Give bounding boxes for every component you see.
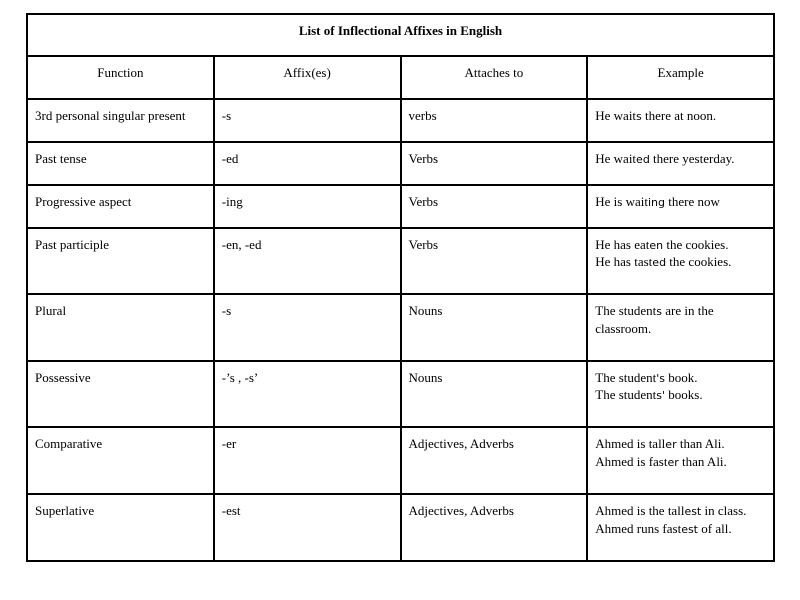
example-line: He has tasted the cookies. — [595, 253, 766, 271]
table-row: Superlative -est Adjectives, Adverbs Ahmed … — [26, 493, 775, 562]
example-remainder: books. — [665, 387, 703, 403]
example-stem: The student — [595, 369, 657, 385]
table-row: 3rd personal singular present -s verbs He w… — [26, 97, 775, 143]
example-line: He waits there at noon. — [595, 107, 766, 125]
table-row: Past participle -en, -ed Verbs He has eaten… — [26, 226, 775, 296]
cell-function: Progressive aspect — [26, 183, 215, 229]
table-row: Plural -s Nouns The students are in the cla… — [26, 293, 775, 362]
table-body: List of Inflectional Affixes in English … — [26, 12, 775, 562]
example-stem: Ahmed is fast — [595, 453, 668, 469]
cell-attaches-to: Verbs — [399, 140, 589, 186]
example-remainder: the cookies. — [666, 254, 732, 270]
example-remainder: than Ali. — [676, 436, 725, 452]
inflectional-affixes-table-container: List of Inflectional Affixes in English … — [26, 12, 775, 562]
cell-example: He waits there at noon. — [586, 97, 775, 143]
cell-function: Possessive — [26, 359, 215, 429]
example-stem: Ahmed is tall — [595, 436, 666, 452]
example-remainder: there yesterday. — [649, 150, 735, 166]
cell-function: Comparative — [26, 426, 215, 496]
example-remainder: there at noon. — [641, 107, 717, 123]
example-inflection-morpheme: er — [665, 438, 677, 452]
example-line: He is waiting there now — [595, 193, 766, 211]
column-header-example: Example — [586, 55, 775, 100]
example-inflection-morpheme: en — [649, 238, 664, 252]
example-stem: The student — [595, 303, 657, 319]
cell-affix: -s — [212, 293, 402, 362]
cell-affix: -s — [212, 97, 402, 143]
example-line: The students are in the classroom. — [595, 302, 766, 337]
cell-function: Past participle — [26, 226, 215, 296]
example-stem: The student — [595, 387, 657, 403]
example-stem: He wait — [595, 107, 637, 123]
example-stem: He has eat — [595, 236, 650, 252]
cell-attaches-to: Adjectives, Adverbs — [399, 426, 589, 496]
cell-attaches-to: Verbs — [399, 183, 589, 229]
cell-attaches-to: Nouns — [399, 359, 589, 429]
example-remainder: of all. — [698, 520, 732, 536]
example-stem: He is wait — [595, 193, 648, 209]
example-remainder: book. — [665, 369, 698, 385]
table-row: Comparative -er Adjectives, Adverbs Ahmed i… — [26, 426, 775, 496]
example-inflection-morpheme: ed — [652, 256, 667, 270]
example-stem: He wait — [595, 150, 637, 166]
column-header-affix: Affix(es) — [212, 55, 402, 100]
example-inflection-morpheme: s' — [656, 389, 666, 403]
cell-example: The students are in the classroom. — [586, 293, 775, 362]
cell-attaches-to: verbs — [399, 97, 589, 143]
example-remainder: than Ali. — [678, 453, 727, 469]
inflectional-affixes-table: List of Inflectional Affixes in English … — [26, 12, 775, 562]
cell-attaches-to: Adjectives, Adverbs — [399, 493, 589, 562]
example-inflection-morpheme: er — [667, 455, 679, 469]
example-line: Ahmed is the tallest in class. — [595, 502, 766, 520]
example-line: The student's book. — [595, 369, 766, 387]
cell-example: He waited there yesterday. — [586, 140, 775, 186]
cell-attaches-to: Nouns — [399, 293, 589, 362]
cell-example: He has eaten the cookies. He has tasted t… — [586, 226, 775, 296]
cell-affix: -est — [212, 493, 402, 562]
cell-example: Ahmed is taller than Ali. Ahmed is faster… — [586, 426, 775, 496]
table-title-row: List of Inflectional Affixes in English — [26, 12, 775, 58]
table-row: Possessive -’s , -s’ Nouns The student's bo… — [26, 359, 775, 429]
cell-function: Plural — [26, 293, 215, 362]
example-line: He has eaten the cookies. — [595, 236, 766, 254]
example-line: Ahmed runs fastest of all. — [595, 520, 766, 538]
example-inflection-morpheme: ing — [647, 195, 665, 209]
cell-function: Superlative — [26, 493, 215, 562]
cell-function: Past tense — [26, 140, 215, 186]
example-remainder: in class. — [701, 503, 747, 519]
cell-affix: -en, -ed — [212, 226, 402, 296]
example-inflection-morpheme: est — [684, 505, 702, 519]
column-header-attaches: Attaches to — [399, 55, 589, 100]
example-stem: Ahmed is the tall — [595, 503, 685, 519]
cell-affix: -ing — [212, 183, 402, 229]
example-inflection-morpheme: 's — [656, 371, 666, 385]
cell-attaches-to: Verbs — [399, 226, 589, 296]
example-stem: He has tast — [595, 254, 653, 270]
cell-affix: -ed — [212, 140, 402, 186]
table-row: Past tense -ed Verbs He waited there yester… — [26, 140, 775, 186]
table-header-row: Function Affix(es) Attaches to Example — [26, 55, 775, 100]
column-header-function: Function — [26, 55, 215, 100]
example-inflection-morpheme: est — [681, 522, 698, 536]
table-row: Progressive aspect -ing Verbs He is waiting… — [26, 183, 775, 229]
table-title: List of Inflectional Affixes in English — [26, 12, 775, 58]
example-remainder: the cookies. — [663, 236, 729, 252]
cell-affix: -’s , -s’ — [212, 359, 402, 429]
example-line: Ahmed is taller than Ali. — [595, 435, 766, 453]
example-remainder: there now — [664, 193, 720, 209]
cell-affix: -er — [212, 426, 402, 496]
example-stem: Ahmed runs fast — [595, 520, 682, 536]
example-inflection-morpheme: ed — [636, 152, 650, 166]
cell-example: He is waiting there now — [586, 183, 775, 229]
cell-function: 3rd personal singular present — [26, 97, 215, 143]
example-line: Ahmed is faster than Ali. — [595, 453, 766, 471]
example-line: The students' books. — [595, 386, 766, 404]
cell-example: Ahmed is the tallest in class. Ahmed runs… — [586, 493, 775, 562]
example-line: He waited there yesterday. — [595, 150, 766, 168]
cell-example: The student's book. The students' books. — [586, 359, 775, 429]
